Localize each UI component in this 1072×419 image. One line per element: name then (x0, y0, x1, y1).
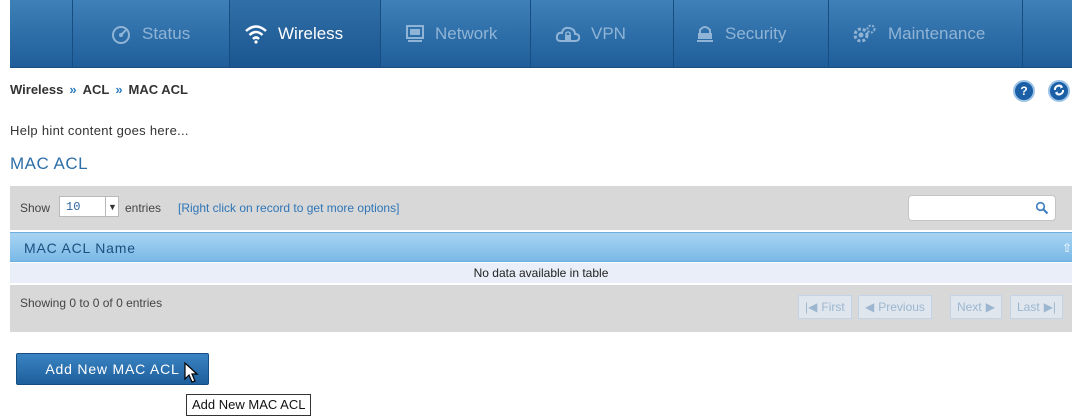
table-info: Showing 0 to 0 of 0 entries (20, 296, 163, 310)
nav-item-label: Network (435, 23, 498, 43)
nav-item-label: Status (142, 23, 191, 43)
previous-label: Previous (878, 300, 925, 314)
last-label: Last (1017, 300, 1040, 314)
gauge-icon (110, 24, 132, 44)
nav-separator (673, 0, 674, 67)
nav-separator (530, 0, 531, 67)
table-header: MAC ACL Name ⇧ (10, 232, 1072, 262)
nav-item-label: VPN (591, 23, 626, 43)
previous-icon: ◀ (865, 300, 875, 314)
page-title: MAC ACL (10, 154, 89, 173)
next-page-button[interactable]: Next ▶ (950, 295, 1002, 319)
breadcrumb-item[interactable]: Wireless (10, 82, 63, 97)
previous-page-button[interactable]: ◀ Previous (858, 295, 932, 319)
lock-icon (695, 24, 715, 44)
next-label: Next (957, 300, 982, 314)
empty-table-row: No data available in table (10, 263, 1072, 283)
add-new-mac-acl-button[interactable]: Add New MAC ACL (16, 353, 209, 385)
table-footer: Showing 0 to 0 of 0 entries |◀ First ◀ P… (10, 285, 1072, 332)
search-icon (1035, 201, 1049, 220)
nav-item-label: Maintenance (888, 23, 986, 43)
last-page-button[interactable]: Last ▶| (1010, 295, 1064, 319)
table-toolbar: Show 10 ▼ entries [Right click on record… (10, 186, 1072, 230)
nav-separator (72, 0, 73, 67)
nav-item-vpn[interactable]: VPN (555, 0, 626, 67)
first-label: First (821, 300, 845, 314)
nav-item-status[interactable]: Status (110, 0, 190, 67)
first-icon: |◀ (805, 300, 818, 314)
chevron-down-icon[interactable]: ▼ (105, 196, 119, 217)
monitor-icon (405, 24, 425, 44)
nav-item-maintenance[interactable]: Maintenance (852, 0, 985, 67)
breadcrumb-separator: » (115, 82, 123, 97)
mouse-cursor-icon (184, 361, 200, 389)
last-icon: ▶| (1043, 300, 1057, 314)
nav-item-security[interactable]: Security (695, 0, 786, 67)
add-button-tooltip: Add New MAC ACL (186, 394, 312, 416)
refresh-icon (1053, 84, 1065, 99)
nav-item-label: Security (725, 23, 787, 43)
help-button[interactable]: ? (1013, 80, 1035, 102)
breadcrumb-item[interactable]: ACL (83, 82, 110, 97)
help-hint: Help hint content goes here... (10, 123, 189, 138)
nav-bar: Status Wireless Network VPN Security Mai… (10, 0, 1072, 68)
wifi-icon (244, 24, 268, 44)
nav-separator (1022, 0, 1023, 67)
first-page-button[interactable]: |◀ First (798, 295, 852, 319)
sort-icon[interactable]: ⇧ (1062, 241, 1072, 255)
entries-label: entries (125, 201, 162, 215)
nav-separator (828, 0, 829, 67)
refresh-button[interactable] (1048, 80, 1070, 102)
breadcrumb: Wireless » ACL » MAC ACL (10, 82, 188, 97)
next-icon: ▶ (985, 300, 995, 314)
options-hint: [Right click on record to get more optio… (178, 201, 400, 215)
gears-icon (852, 24, 878, 44)
help-icon: ? (1020, 84, 1028, 98)
nav-separator (380, 0, 381, 67)
nav-item-wireless[interactable]: Wireless (230, 0, 380, 67)
column-header-mac-acl-name[interactable]: MAC ACL Name (24, 240, 136, 256)
show-label: Show (20, 201, 51, 215)
breadcrumb-separator: » (69, 82, 77, 97)
cloud-lock-icon (555, 24, 581, 44)
top-navigation: Status Wireless Network VPN Security Mai… (0, 0, 1072, 68)
nav-item-network[interactable]: Network (405, 0, 497, 67)
search-input[interactable] (908, 195, 1056, 221)
entries-select-value: 10 (66, 200, 81, 214)
nav-item-label: Wireless (278, 23, 344, 43)
breadcrumb-item-current: MAC ACL (128, 82, 188, 97)
